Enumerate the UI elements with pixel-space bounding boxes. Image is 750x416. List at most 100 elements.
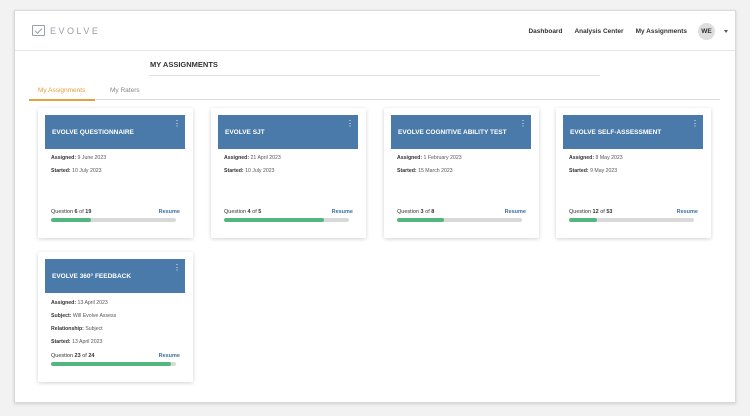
assigned-label: Assigned:	[569, 155, 595, 161]
chevron-down-icon[interactable]	[724, 30, 728, 33]
question-label: Question	[569, 209, 592, 215]
title-divider	[149, 75, 600, 76]
card-title: EVOLVE SJT	[225, 128, 265, 136]
tab-bar: My Assignments My Raters	[29, 87, 720, 101]
tab-my-raters[interactable]: My Raters	[110, 87, 140, 99]
question-progress: Question 4 of 5	[224, 209, 261, 215]
resume-button[interactable]: Resume	[159, 353, 180, 359]
started-value: 9 May 2023	[590, 168, 618, 174]
more-options-icon[interactable]: ⋮	[519, 120, 527, 128]
relationship-label: Relationship:	[51, 326, 84, 332]
card-header: EVOLVE SJT ⋮	[218, 115, 358, 149]
assignment-card[interactable]: EVOLVE COGNITIVE ABILITY TEST ⋮ Assigned…	[384, 108, 539, 238]
assigned-label: Assigned:	[51, 300, 77, 306]
relationship-value: Subject	[85, 326, 103, 332]
of-label: of	[425, 209, 430, 215]
resume-button[interactable]: Resume	[159, 209, 180, 215]
assigned-value: 9 June 2023	[77, 155, 107, 161]
question-current: 12	[592, 209, 599, 215]
progress-bar	[569, 218, 694, 222]
card-header: EVOLVE QUESTIONNAIRE ⋮	[45, 115, 185, 149]
page-title: MY ASSIGNMENTS	[150, 60, 218, 69]
card-title: EVOLVE COGNITIVE ABILITY TEST	[398, 128, 507, 136]
started-value: 13 April 2023	[72, 339, 103, 345]
assigned-value: 21 April 2023	[250, 155, 281, 161]
question-label: Question	[51, 353, 74, 359]
brand-logo[interactable]: EVOLVE	[32, 25, 100, 36]
started-label: Started:	[569, 168, 589, 174]
assigned-label: Assigned:	[51, 155, 77, 161]
progress-fill	[51, 218, 91, 222]
assignment-card[interactable]: EVOLVE SJT ⋮ Assigned: 21 April 2023 Sta…	[211, 108, 366, 238]
tab-my-assignments[interactable]: My Assignments	[29, 87, 95, 101]
question-progress: Question 12 of 53	[569, 209, 612, 215]
assigned-date: Assigned: 21 April 2023	[224, 155, 281, 161]
main-nav: Dashboard Analysis Center My Assignments	[528, 28, 687, 35]
card-title: EVOLVE SELF-ASSESSMENT	[570, 128, 662, 136]
more-options-icon[interactable]: ⋮	[173, 120, 181, 128]
assigned-value: 8 May 2023	[595, 155, 623, 161]
question-label: Question	[397, 209, 420, 215]
started-label: Started:	[397, 168, 417, 174]
started-date: Started: 10 July 2023	[51, 168, 101, 174]
of-label: of	[82, 353, 87, 359]
progress-bar	[397, 218, 522, 222]
progress-fill	[224, 218, 324, 222]
question-label: Question	[51, 209, 74, 215]
assigned-value: 13 April 2023	[77, 300, 108, 306]
user-avatar[interactable]: WE	[698, 23, 715, 40]
progress-fill	[51, 362, 171, 366]
more-options-icon[interactable]: ⋮	[346, 120, 354, 128]
question-progress: Question 3 of 8	[397, 209, 434, 215]
of-label: of	[79, 209, 84, 215]
question-total: 5	[258, 209, 262, 215]
app-window: EVOLVE Dashboard Analysis Center My Assi…	[14, 10, 736, 403]
relationship: Relationship: Subject	[51, 326, 103, 332]
started-label: Started:	[51, 339, 71, 345]
card-header: EVOLVE COGNITIVE ABILITY TEST ⋮	[391, 115, 531, 149]
assigned-date: Assigned: 13 April 2023	[51, 300, 108, 306]
more-options-icon[interactable]: ⋮	[173, 264, 181, 272]
nav-analysis-center[interactable]: Analysis Center	[574, 28, 623, 35]
of-label: of	[600, 209, 605, 215]
question-progress: Question 6 of 19	[51, 209, 91, 215]
card-header: EVOLVE 360° FEEDBACK ⋮	[45, 259, 185, 293]
assignment-card[interactable]: EVOLVE QUESTIONNAIRE ⋮ Assigned: 9 June …	[38, 108, 193, 238]
progress-fill	[397, 218, 444, 222]
assigned-value: 1 February 2023	[423, 155, 462, 161]
started-value: 15 March 2023	[418, 168, 453, 174]
progress-bar	[51, 362, 176, 366]
resume-button[interactable]: Resume	[677, 209, 698, 215]
nav-dashboard[interactable]: Dashboard	[528, 28, 562, 35]
assignment-card[interactable]: EVOLVE 360° FEEDBACK ⋮ Assigned: 13 Apri…	[38, 252, 193, 382]
started-date: Started: 13 April 2023	[51, 339, 102, 345]
started-value: 10 July 2023	[72, 168, 102, 174]
started-label: Started:	[224, 168, 244, 174]
card-title: EVOLVE 360° FEEDBACK	[52, 272, 132, 280]
progress-fill	[569, 218, 598, 222]
card-title: EVOLVE QUESTIONNAIRE	[52, 128, 134, 136]
of-label: of	[252, 209, 257, 215]
started-date: Started: 10 July 2023	[224, 168, 274, 174]
assignment-card[interactable]: EVOLVE SELF-ASSESSMENT ⋮ Assigned: 8 May…	[556, 108, 711, 238]
progress-bar	[51, 218, 176, 222]
question-total: 53	[606, 209, 613, 215]
question-current: 23	[74, 353, 81, 359]
question-progress: Question 23 of 24	[51, 353, 94, 359]
assigned-date: Assigned: 1 February 2023	[397, 155, 462, 161]
resume-button[interactable]: Resume	[332, 209, 353, 215]
card-header: EVOLVE SELF-ASSESSMENT ⋮	[563, 115, 703, 149]
question-current: 3	[420, 209, 424, 215]
assigned-label: Assigned:	[224, 155, 250, 161]
assigned-date: Assigned: 9 June 2023	[51, 155, 106, 161]
question-current: 4	[247, 209, 251, 215]
assigned-date: Assigned: 8 May 2023	[569, 155, 623, 161]
assigned-label: Assigned:	[397, 155, 423, 161]
question-total: 8	[431, 209, 435, 215]
top-bar: EVOLVE Dashboard Analysis Center My Assi…	[15, 11, 735, 51]
resume-button[interactable]: Resume	[505, 209, 526, 215]
more-options-icon[interactable]: ⋮	[691, 120, 699, 128]
question-current: 6	[74, 209, 78, 215]
subject-value: Will Evolve Assess	[72, 313, 117, 319]
nav-my-assignments[interactable]: My Assignments	[636, 28, 687, 35]
